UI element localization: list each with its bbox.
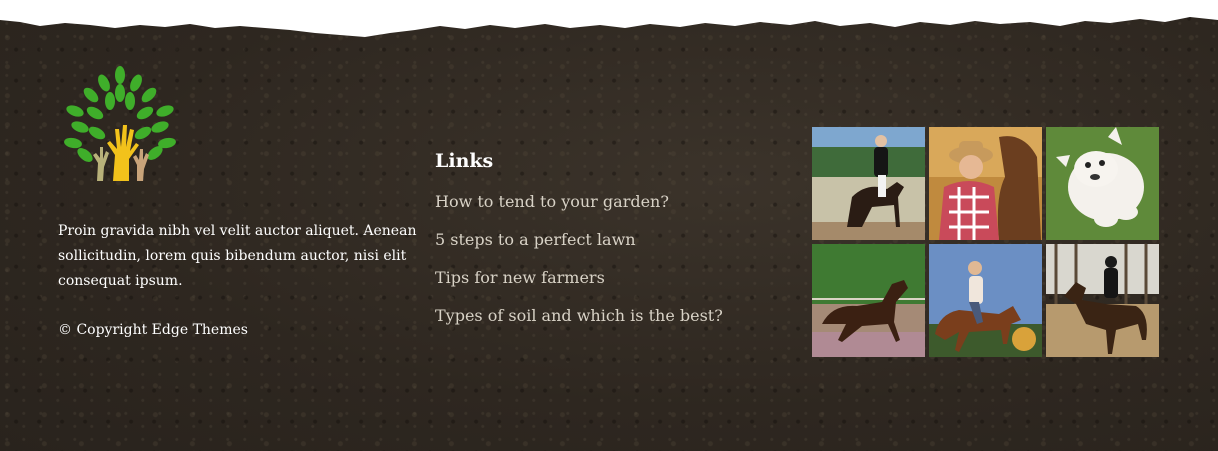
- footer: Proin gravida nibh vel velit auctor aliq…: [0, 0, 1218, 451]
- photo-gallery: [812, 127, 1159, 357]
- dressage-rider-photo[interactable]: [812, 127, 925, 240]
- link-new-farmers[interactable]: Tips for new farmers: [435, 268, 605, 287]
- tree-hands-logo[interactable]: [55, 63, 190, 185]
- about-text: Proin gravida nibh vel velit auctor aliq…: [58, 223, 417, 289]
- woman-riding-horse-photo[interactable]: [929, 244, 1042, 357]
- links-heading: Links: [435, 150, 494, 172]
- horse-running-photo[interactable]: [812, 244, 925, 357]
- link-tend-garden[interactable]: How to tend to your garden?: [435, 192, 669, 211]
- links-list: How to tend to your garden? 5 steps to a…: [435, 190, 723, 342]
- link-soil-types[interactable]: Types of soil and which is the best?: [435, 306, 723, 325]
- farmer-with-horse-photo[interactable]: [929, 127, 1042, 240]
- torn-paper-edge: [0, 0, 1218, 37]
- white-dog-on-grass-photo[interactable]: [1046, 127, 1159, 240]
- link-perfect-lawn[interactable]: 5 steps to a perfect lawn: [435, 230, 636, 249]
- rider-on-horse-photo[interactable]: [1046, 244, 1159, 357]
- list-item: Tips for new farmers: [435, 266, 723, 304]
- copyright-text: © Copyright Edge Themes: [58, 322, 248, 338]
- list-item: 5 steps to a perfect lawn: [435, 228, 723, 266]
- list-item: Types of soil and which is the best?: [435, 304, 723, 342]
- list-item: How to tend to your garden?: [435, 190, 723, 228]
